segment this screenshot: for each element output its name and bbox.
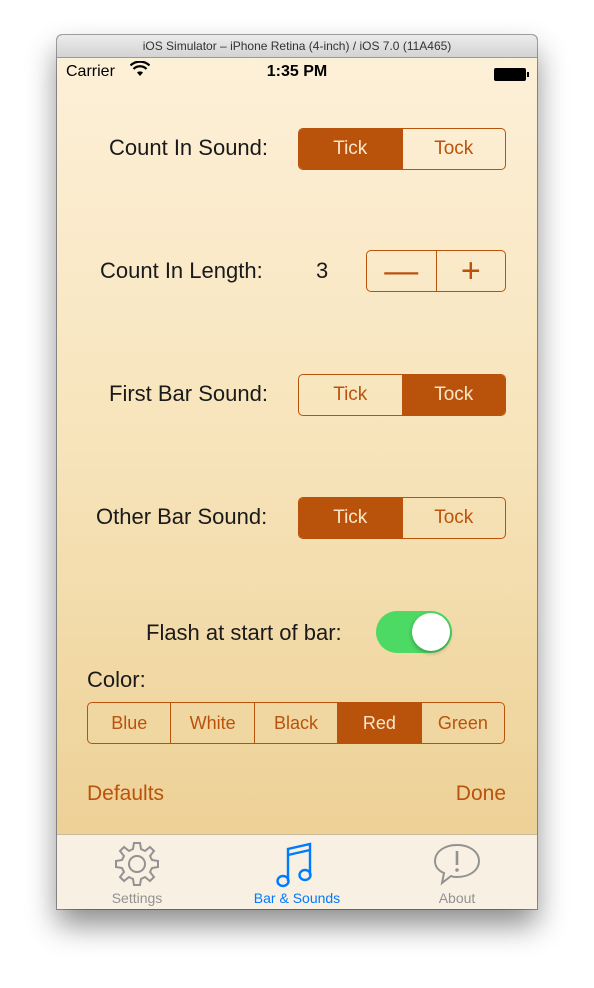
first-bar-sound-tock[interactable]: Tock — [402, 375, 505, 415]
simulator-window: iOS Simulator – iPhone Retina (4-inch) /… — [57, 35, 537, 909]
tab-settings-label: Settings — [111, 890, 163, 906]
speech-bubble-exclamation-icon — [432, 839, 482, 894]
status-bar: Carrier 1:35 PM — [57, 58, 537, 88]
window-title: iOS Simulator – iPhone Retina (4-inch) /… — [57, 35, 537, 58]
toggle-knob — [412, 613, 450, 651]
increment-button[interactable]: + — [437, 251, 506, 291]
count-in-length-label: Count In Length: — [100, 258, 263, 283]
decrement-button[interactable]: — — [367, 251, 437, 291]
color-option-blue[interactable]: Blue — [88, 703, 172, 743]
color-label: Color: — [87, 667, 146, 692]
count-in-length-value: 3 — [316, 258, 329, 283]
color-option-white[interactable]: White — [171, 703, 255, 743]
first-bar-sound-tick[interactable]: Tick — [299, 375, 403, 415]
flash-label: Flash at start of bar: — [146, 620, 342, 645]
flash-toggle[interactable] — [376, 611, 452, 653]
tab-bar: Settings Bar & Sounds About — [57, 834, 537, 909]
gear-icon — [112, 839, 162, 894]
other-bar-sound-segmented: Tick Tock — [298, 497, 506, 539]
app-screen: Carrier 1:35 PM Count In Sound: Tick Toc… — [57, 58, 537, 909]
defaults-button[interactable]: Defaults — [87, 782, 164, 806]
color-option-black[interactable]: Black — [255, 703, 339, 743]
other-bar-sound-tock[interactable]: Tock — [403, 498, 506, 538]
battery-icon — [494, 68, 529, 81]
other-bar-sound-label: Other Bar Sound: — [96, 504, 268, 529]
first-bar-sound-segmented: Tick Tock — [298, 374, 506, 416]
other-bar-sound-tick[interactable]: Tick — [299, 498, 403, 538]
count-in-sound-label: Count In Sound: — [109, 135, 269, 160]
color-option-red[interactable]: Red — [338, 703, 422, 743]
color-option-green[interactable]: Green — [422, 703, 504, 743]
tab-about[interactable]: About — [377, 835, 537, 909]
count-in-sound-segmented: Tick Tock — [298, 128, 506, 170]
count-in-length-stepper: — + — [366, 250, 506, 292]
status-time: 1:35 PM — [266, 63, 328, 80]
done-button[interactable]: Done — [456, 782, 506, 806]
tab-bar-sounds[interactable]: Bar & Sounds — [217, 835, 377, 909]
count-in-sound-tick[interactable]: Tick — [299, 129, 403, 169]
tab-about-label: About — [438, 890, 476, 906]
first-bar-sound-label: First Bar Sound: — [109, 381, 268, 406]
color-segmented: Blue White Black Red Green — [87, 702, 505, 744]
tab-bar-sounds-label: Bar & Sounds — [253, 890, 341, 906]
tab-settings[interactable]: Settings — [57, 835, 217, 909]
music-note-icon — [272, 839, 322, 894]
count-in-sound-tock[interactable]: Tock — [403, 129, 506, 169]
